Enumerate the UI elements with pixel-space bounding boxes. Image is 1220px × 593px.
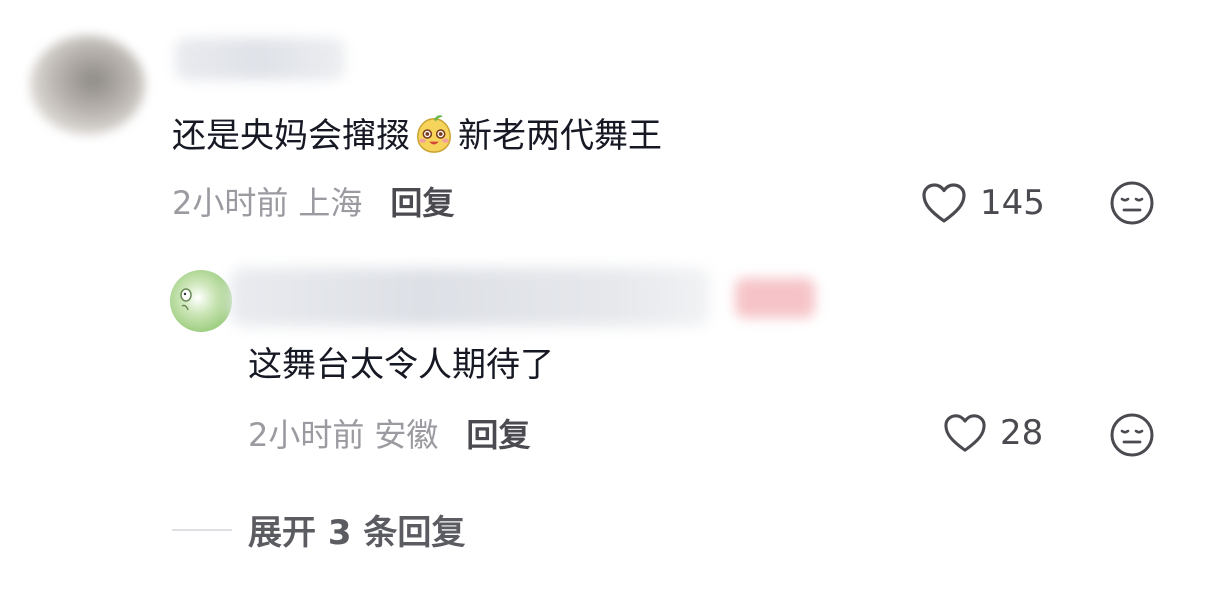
- reply-like-button[interactable]: 28: [942, 412, 1043, 454]
- reply-avatar[interactable]: [170, 270, 232, 332]
- reply-like-count: 28: [1000, 413, 1044, 453]
- comment-thread: 还是央妈会撺掇 新老两代舞王 2小时前 上海 回复 145 这舞台太令人期待了 …: [0, 0, 1220, 593]
- comment-time: 2小时前: [172, 184, 289, 222]
- author-badge-blurred: [735, 278, 815, 318]
- like-button[interactable]: 145: [920, 181, 1045, 225]
- like-count: 145: [980, 183, 1045, 223]
- comment-meta: 2小时前 上海 回复: [172, 184, 454, 222]
- neutral-face-icon[interactable]: [1109, 180, 1155, 226]
- smiling-chestnut-emoji-icon: [417, 115, 451, 153]
- reply-username-blurred[interactable]: [230, 268, 710, 326]
- comment-location: 上海: [298, 184, 363, 222]
- reply-button[interactable]: 回复: [390, 184, 454, 222]
- avatar[interactable]: [30, 35, 145, 135]
- reply-reply-button[interactable]: 回复: [466, 416, 530, 454]
- neutral-face-icon[interactable]: [1109, 412, 1155, 458]
- heart-outline-icon: [944, 414, 986, 452]
- comment-text-part-2: 新老两代舞王: [458, 116, 662, 156]
- username-blurred[interactable]: [175, 38, 345, 80]
- reply-time: 2小时前: [248, 416, 365, 454]
- reply-location: 安徽: [374, 416, 439, 454]
- comment-text: 还是央妈会撺掇 新老两代舞王: [172, 113, 662, 156]
- heart-outline-icon: [922, 183, 966, 223]
- reply-text: 这舞台太令人期待了: [248, 345, 554, 385]
- divider: [172, 528, 232, 531]
- expand-replies-label: 展开 3 条回复: [248, 513, 466, 553]
- comment-text-part-1: 还是央妈会撺掇: [172, 116, 410, 156]
- reply-meta: 2小时前 安徽 回复: [248, 416, 530, 454]
- cartoon-avatar-icon: [180, 288, 192, 311]
- expand-replies-button[interactable]: 展开 3 条回复: [172, 505, 465, 554]
